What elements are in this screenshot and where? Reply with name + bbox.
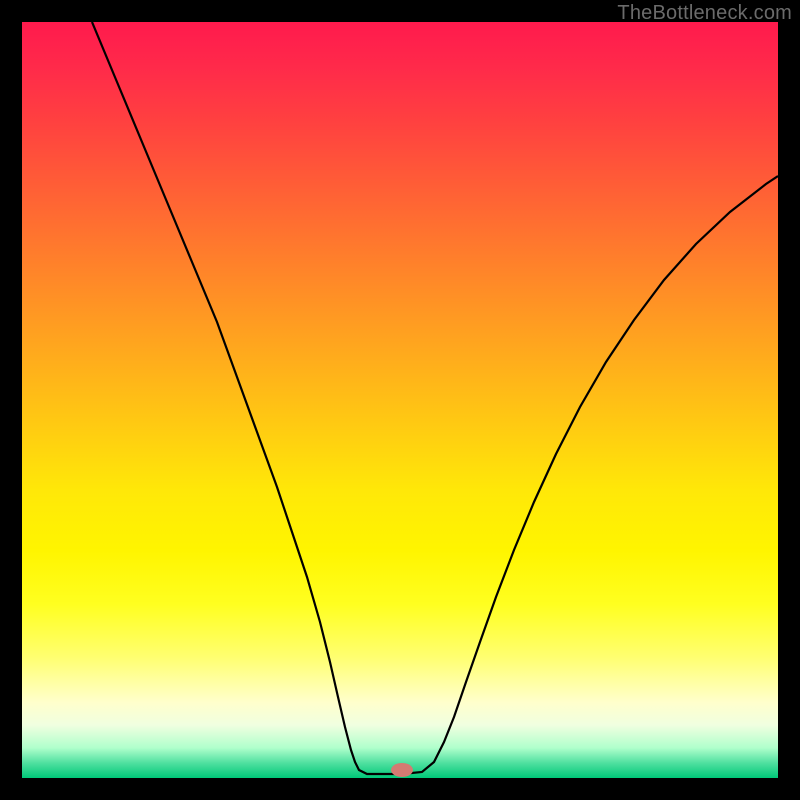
optimal-point-marker <box>391 763 413 777</box>
watermark-text: TheBottleneck.com <box>617 2 792 25</box>
bottleneck-curve <box>22 22 778 778</box>
plot-area <box>22 22 778 778</box>
chart-frame: TheBottleneck.com <box>0 0 800 800</box>
